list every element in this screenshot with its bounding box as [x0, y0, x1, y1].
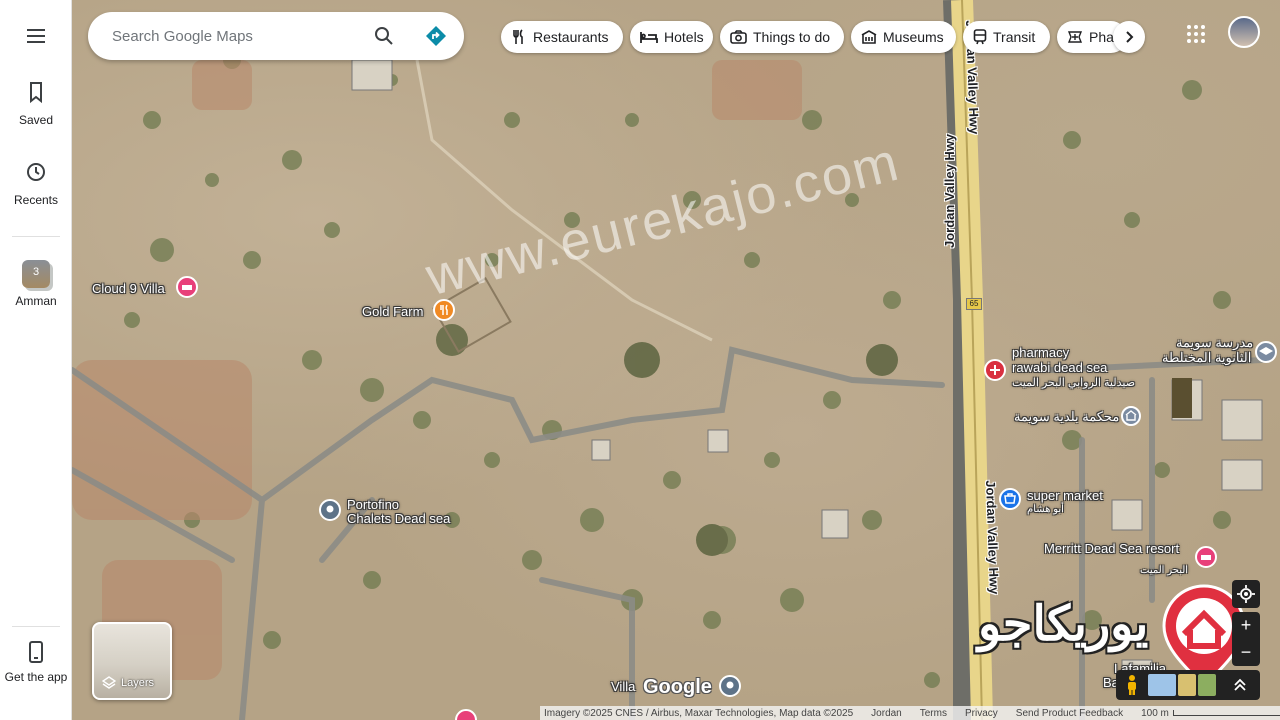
zoom-in-button[interactable]: +	[1232, 612, 1260, 639]
search-input[interactable]	[112, 26, 362, 46]
pharmacy-icon	[1067, 31, 1083, 43]
layers-icon	[102, 676, 116, 689]
chip-label: Things to do	[753, 29, 831, 45]
search-icon[interactable]	[372, 24, 396, 48]
country-link[interactable]: Jordan	[871, 708, 902, 719]
train-icon	[973, 29, 987, 45]
map-tools-bar	[1116, 670, 1260, 700]
school-pin-icon[interactable]	[1254, 340, 1278, 364]
poi-school-arabic-line1[interactable]: مدرسة سويمة	[1176, 336, 1253, 350]
feedback-link[interactable]: Send Product Feedback	[1016, 708, 1123, 719]
chip-museums[interactable]: Museums	[851, 21, 956, 53]
hotel-pin-icon[interactable]	[1194, 545, 1218, 569]
zoom-controls: + −	[1232, 612, 1260, 666]
imagery-tile-2[interactable]	[1178, 674, 1196, 696]
get-app-label: Get the app	[4, 670, 68, 684]
restaurant-pin-icon[interactable]	[432, 298, 456, 322]
history-icon	[27, 163, 45, 181]
poi-pharmacy-arabic[interactable]: صيدلية الروابي البحر الميت	[1012, 376, 1135, 390]
poi-villa[interactable]: Villa	[611, 680, 635, 694]
layers-label: Layers	[121, 677, 155, 689]
terms-link[interactable]: Terms	[920, 708, 947, 719]
poi-merritt-arabic[interactable]: البحر الميت	[1140, 564, 1188, 578]
attribution-bar: Imagery ©2025 CNES / Airbus, Maxar Techn…	[540, 706, 1280, 720]
expand-up-icon[interactable]	[1232, 677, 1248, 693]
poi-pharmacy-line1[interactable]: pharmacy	[1012, 346, 1069, 360]
my-location-button[interactable]	[1232, 580, 1260, 608]
chip-things-to-do[interactable]: Things to do	[720, 21, 844, 53]
search-box	[88, 12, 464, 60]
saved-button[interactable]: Saved	[0, 80, 72, 127]
chips-scroll-right-button[interactable]	[1113, 21, 1145, 53]
poi-super-market-arabic[interactable]: أبو هشام	[1027, 503, 1064, 517]
imagery-tile-1[interactable]	[1148, 674, 1176, 696]
poi-pharmacy-line2[interactable]: rawabi dead sea	[1012, 361, 1107, 375]
apps-grid-icon[interactable]	[1186, 24, 1206, 44]
hotel-pin-icon[interactable]	[176, 276, 198, 300]
zoom-out-button[interactable]: −	[1232, 639, 1260, 666]
recent-place-count: 3	[32, 266, 40, 278]
place-pin-icon[interactable]	[318, 498, 342, 522]
poi-court-arabic[interactable]: محكمة بلدية سويمة	[1014, 410, 1119, 424]
bed-icon	[640, 32, 658, 43]
place-pin-icon[interactable]	[718, 674, 742, 698]
crosshair-icon	[1237, 585, 1255, 603]
watermark-arabic-text: يوريكاجو	[978, 598, 1149, 651]
imagery-attribution: Imagery ©2025 CNES / Airbus, Maxar Techn…	[544, 707, 854, 719]
pharmacy-pin-icon[interactable]	[983, 358, 1007, 382]
scale-label: 100 m	[1141, 707, 1169, 719]
rail-divider	[12, 626, 60, 627]
place-thumbnail: 3	[22, 260, 50, 288]
fork-knife-icon	[513, 29, 523, 44]
government-pin-icon[interactable]	[1120, 405, 1142, 427]
phone-icon	[29, 641, 43, 663]
layers-button[interactable]: Layers	[92, 622, 172, 700]
recents-label: Recents	[13, 193, 59, 207]
museum-icon	[861, 30, 877, 44]
chip-label: Museums	[883, 29, 944, 45]
chip-label: Hotels	[664, 29, 704, 45]
privacy-link[interactable]: Privacy	[965, 708, 998, 719]
recent-place-label: Amman	[15, 294, 57, 308]
poi-super-market[interactable]: super market	[1027, 489, 1103, 503]
imagery-tile-3[interactable]	[1198, 674, 1216, 696]
camera-icon	[730, 30, 747, 44]
google-logo: Google	[643, 676, 712, 698]
route-shield: 65	[966, 298, 982, 310]
poi-portofino-line1[interactable]: Portofino	[347, 498, 399, 512]
poi-merritt-resort[interactable]: Merritt Dead Sea resort	[1044, 542, 1179, 556]
chip-hotels[interactable]: Hotels	[630, 21, 713, 53]
directions-icon[interactable]	[424, 24, 448, 48]
chip-label: Transit	[993, 29, 1036, 45]
pegman-icon[interactable]	[1122, 674, 1142, 696]
recents-button[interactable]: Recents	[0, 160, 72, 207]
chip-transit[interactable]: Transit	[963, 21, 1050, 53]
shopping-pin-icon[interactable]	[998, 487, 1022, 511]
recent-place-amman[interactable]: 3 Amman	[0, 260, 72, 308]
poi-school-arabic-line2[interactable]: الثانوية المختلطة	[1162, 351, 1251, 365]
hotel-pin-icon[interactable]	[454, 708, 478, 720]
menu-icon[interactable]	[24, 26, 48, 46]
road-label-jordan-valley-hwy: Jordan Valley Hwy	[942, 133, 957, 248]
saved-label: Saved	[18, 113, 54, 127]
poi-gold-farm[interactable]: Gold Farm	[362, 305, 423, 319]
scale-bar[interactable]: 100 m	[1141, 708, 1280, 719]
chip-restaurants[interactable]: Restaurants	[501, 21, 623, 53]
get-app-button[interactable]: Get the app	[0, 640, 72, 685]
chip-label: Restaurants	[533, 29, 609, 45]
side-rail: Saved Recents 3 Amman Get the app	[0, 0, 72, 720]
poi-portofino-line2[interactable]: Chalets Dead sea	[347, 512, 450, 526]
poi-cloud9-villa[interactable]: Cloud 9 Villa	[92, 282, 165, 296]
account-avatar[interactable]	[1228, 16, 1260, 48]
bookmark-icon	[30, 82, 42, 104]
chevron-right-icon	[1126, 31, 1134, 43]
rail-divider	[12, 236, 60, 237]
